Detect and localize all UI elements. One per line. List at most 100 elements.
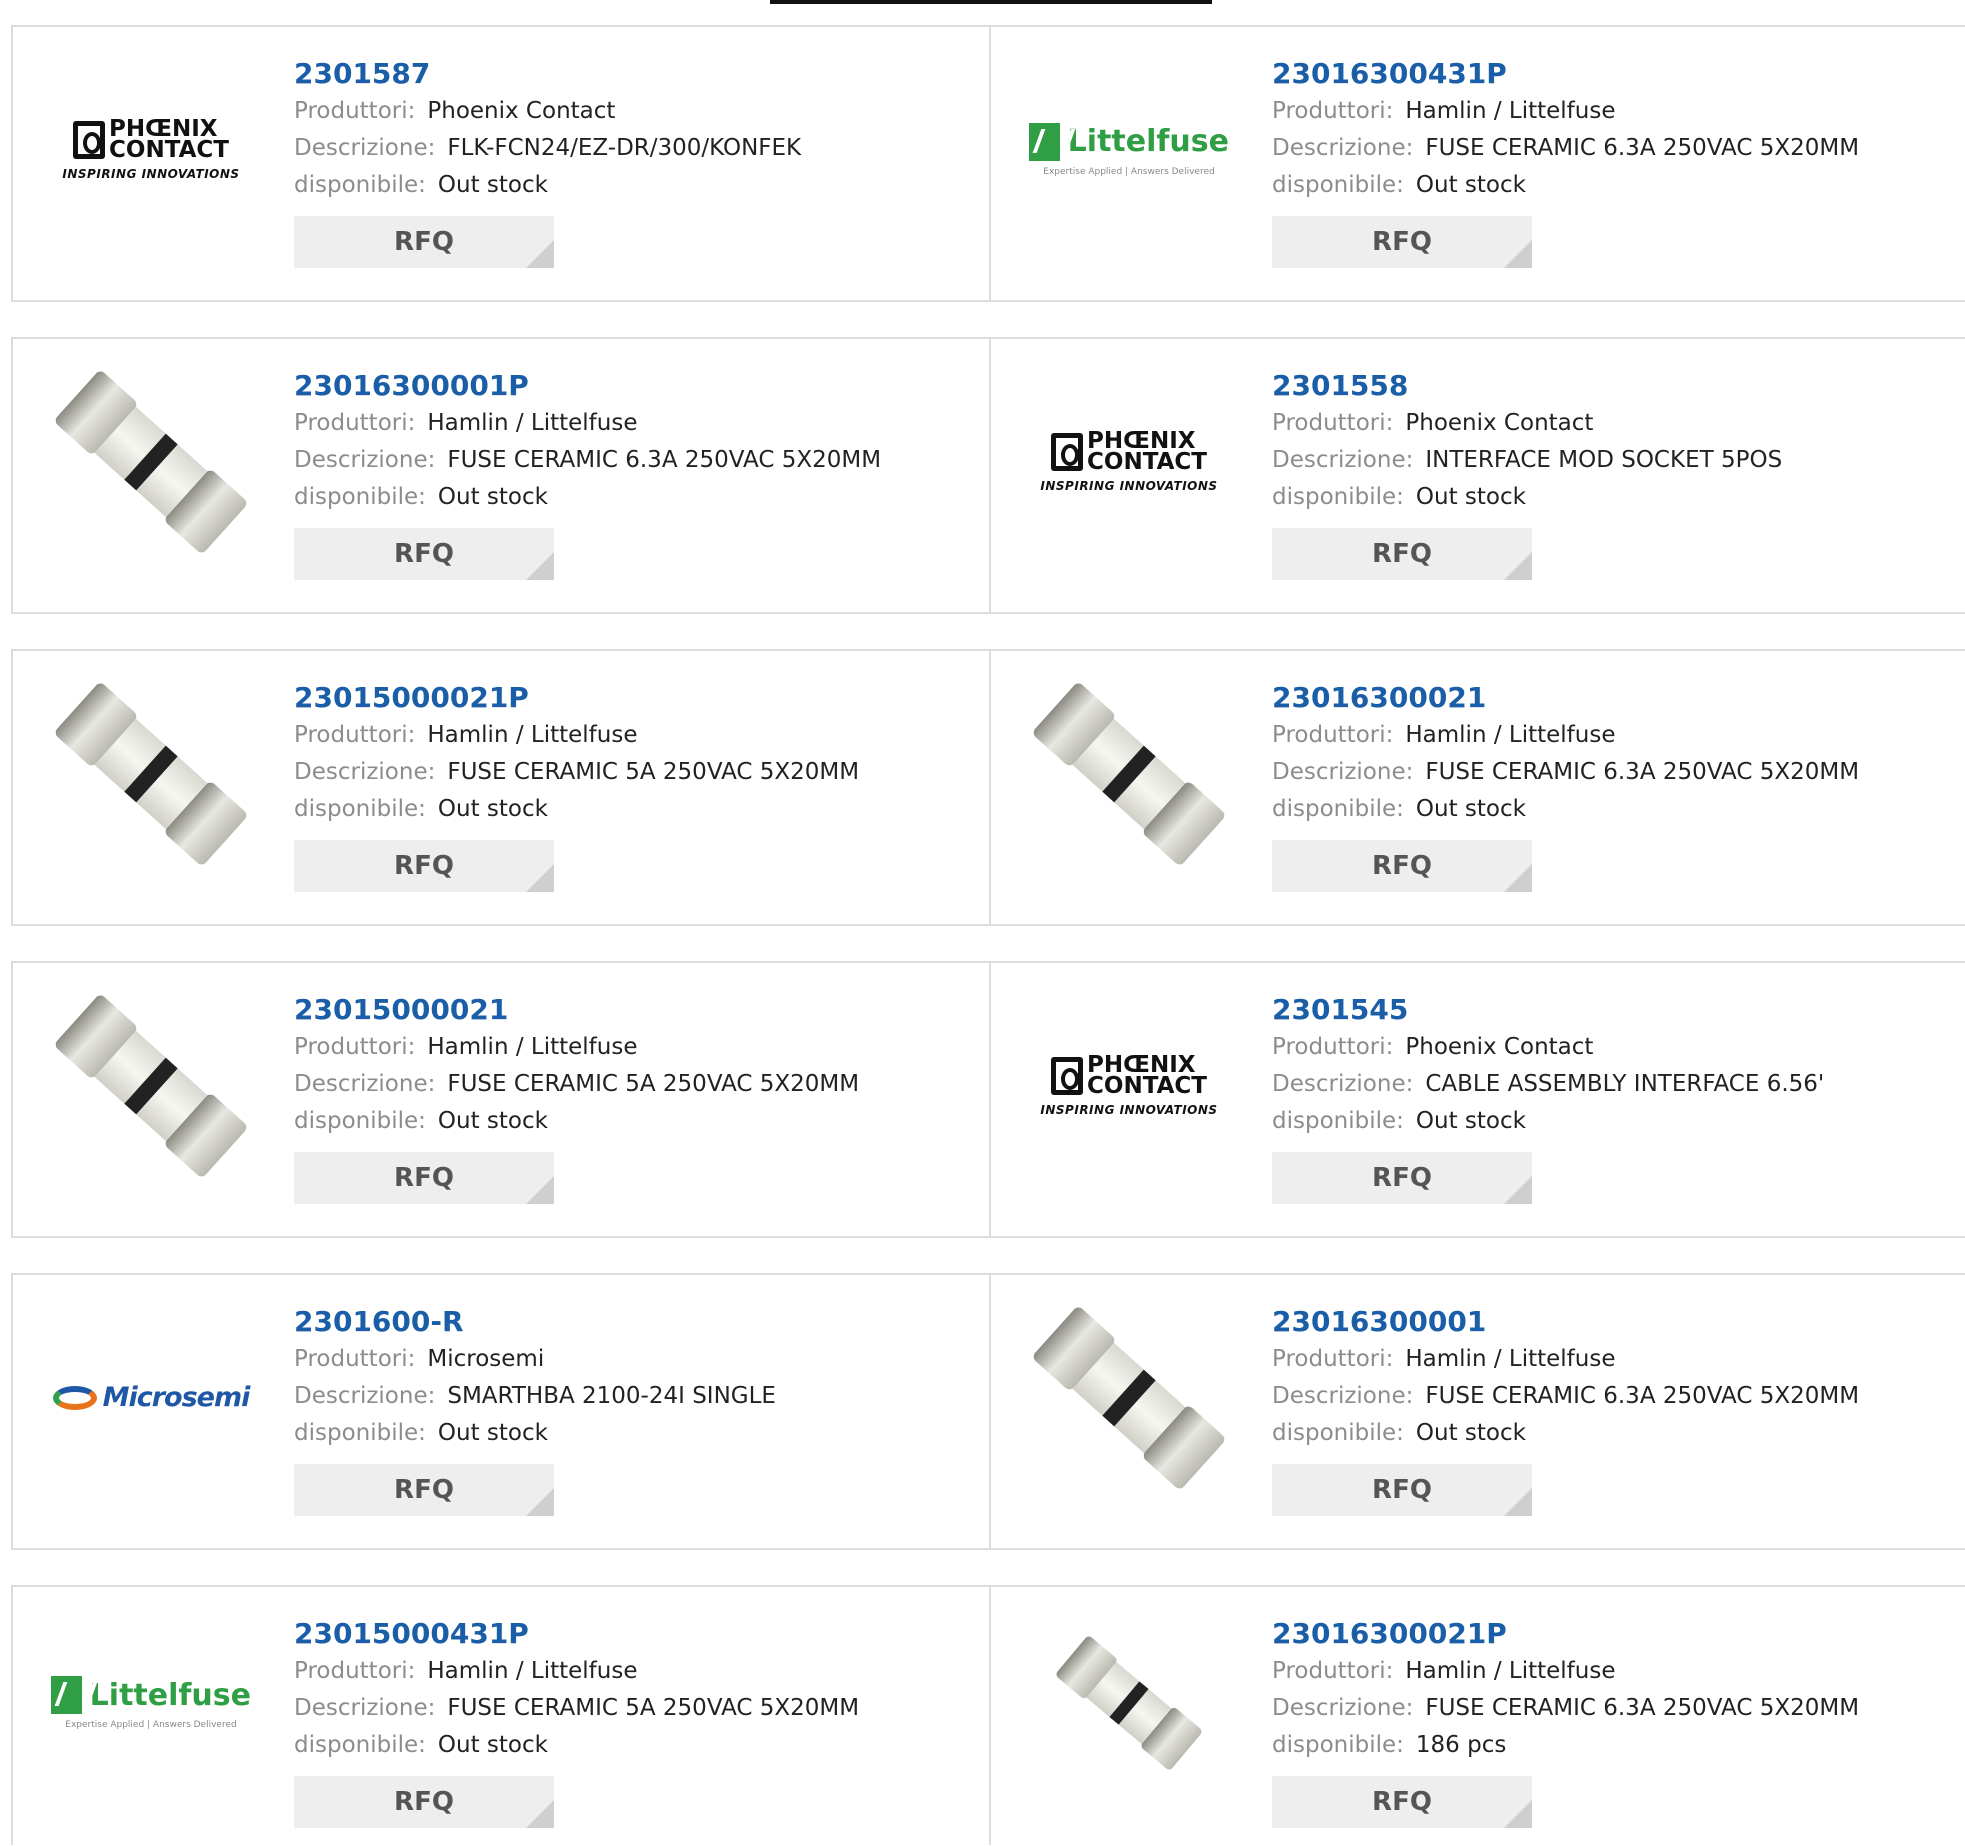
description-line: Descrizione: SMARTHBA 2100-24I SINGLE	[294, 1378, 776, 1415]
part-number-link[interactable]: 23015000431P	[294, 1615, 859, 1653]
rfq-button[interactable]: RFQ	[1272, 528, 1532, 580]
product-image[interactable]	[51, 986, 251, 1186]
rfq-label: RFQ	[394, 227, 454, 257]
product-image[interactable]: PHŒNIX CONTACT INSPIRING INNOVATIONS	[1029, 362, 1229, 562]
part-number-link[interactable]: 23016300021P	[1272, 1615, 1859, 1653]
rfq-button[interactable]: RFQ	[294, 1776, 554, 1828]
littelfuse-mark-icon	[1029, 122, 1060, 161]
rfq-button[interactable]: RFQ	[1272, 840, 1532, 892]
part-number-link[interactable]: 2301545	[1272, 991, 1824, 1029]
availability-value: Out stock	[437, 484, 548, 510]
product-image[interactable]: Littelfuse Expertise Applied | Answers D…	[51, 1603, 251, 1803]
rfq-button[interactable]: RFQ	[1272, 1776, 1532, 1828]
rfq-label: RFQ	[1372, 227, 1432, 257]
part-number-link[interactable]: 2301587	[294, 55, 801, 93]
product-image[interactable]	[1029, 1603, 1229, 1803]
product-info: 23016300021P Produttori: Hamlin / Littelf…	[1272, 1615, 1859, 1828]
availability-line: disponibile: Out stock	[294, 1727, 859, 1764]
part-number-link[interactable]: 23016300001P	[294, 367, 881, 405]
product-image[interactable]: Microsemi	[51, 1298, 251, 1498]
rfq-button[interactable]: RFQ	[294, 840, 554, 892]
manufacturer-value: Microsemi	[427, 1346, 545, 1372]
description-label: Descrizione:	[1272, 447, 1414, 473]
product-info: 23016300001P Produttori: Hamlin / Littelf…	[294, 367, 881, 580]
product-row: Littelfuse Expertise Applied | Answers D…	[11, 1585, 1965, 1845]
description-value: FUSE CERAMIC 6.3A 250VAC 5X20MM	[1425, 1383, 1860, 1409]
rfq-button[interactable]: RFQ	[1272, 1464, 1532, 1516]
manufacturer-value: Phoenix Contact	[1405, 1034, 1594, 1060]
availability-label: disponibile:	[294, 796, 426, 822]
rfq-button[interactable]: RFQ	[294, 1152, 554, 1204]
manufacturer-value: Hamlin / Littelfuse	[427, 410, 638, 436]
corner-triangle-icon	[526, 1488, 554, 1516]
product-row: 23015000021P Produttori: Hamlin / Littelf…	[11, 649, 1965, 926]
rfq-label: RFQ	[1372, 851, 1432, 881]
product-image[interactable]	[1029, 674, 1229, 874]
littelfuse-logo: Littelfuse Expertise Applied | Answers D…	[1029, 122, 1229, 177]
corner-triangle-icon	[526, 1176, 554, 1204]
product-info: 23016300431P Produttori: Hamlin / Littelf…	[1272, 55, 1859, 268]
product-card: PHŒNIX CONTACT INSPIRING INNOVATIONS 230…	[13, 27, 989, 300]
description-value: FUSE CERAMIC 6.3A 250VAC 5X20MM	[1425, 759, 1860, 785]
product-card: 23016300021P Produttori: Hamlin / Littelf…	[989, 1587, 1965, 1845]
availability-label: disponibile:	[1272, 172, 1404, 198]
availability-line: disponibile: Out stock	[1272, 1415, 1859, 1452]
product-info: 23015000021 Produttori: Hamlin / Littelfu…	[294, 991, 859, 1204]
description-label: Descrizione:	[294, 1695, 436, 1721]
description-line: Descrizione: FUSE CERAMIC 5A 250VAC 5X20M…	[294, 1066, 859, 1103]
product-image[interactable]	[51, 362, 251, 562]
description-label: Descrizione:	[294, 447, 436, 473]
microsemi-swirl-icon	[52, 1385, 97, 1410]
phoenix-contact-logo: PHŒNIX CONTACT INSPIRING INNOVATIONS	[1029, 429, 1229, 493]
part-number-link[interactable]: 23016300001	[1272, 1303, 1859, 1341]
part-number-link[interactable]: 23015000021	[294, 991, 859, 1029]
description-value: FUSE CERAMIC 5A 250VAC 5X20MM	[447, 1071, 860, 1097]
manufacturer-line: Produttori: Hamlin / Littelfuse	[294, 1653, 859, 1690]
rfq-button[interactable]: RFQ	[294, 1464, 554, 1516]
phoenix-contact-logo: PHŒNIX CONTACT INSPIRING INNOVATIONS	[51, 117, 251, 181]
part-number-link[interactable]: 2301558	[1272, 367, 1782, 405]
corner-triangle-icon	[1504, 1176, 1532, 1204]
product-image[interactable]: Littelfuse Expertise Applied | Answers D…	[1029, 50, 1229, 250]
part-number-link[interactable]: 2301600-R	[294, 1303, 776, 1341]
product-card: 23016300001P Produttori: Hamlin / Littelf…	[13, 339, 989, 612]
description-line: Descrizione: FUSE CERAMIC 6.3A 250VAC 5X2…	[294, 442, 881, 479]
description-line: Descrizione: FUSE CERAMIC 6.3A 250VAC 5X2…	[1272, 1690, 1859, 1727]
description-value: FUSE CERAMIC 6.3A 250VAC 5X20MM	[1425, 1695, 1860, 1721]
description-line: Descrizione: FUSE CERAMIC 6.3A 250VAC 5X2…	[1272, 1378, 1859, 1415]
availability-line: disponibile: Out stock	[294, 791, 859, 828]
product-card: 23015000021 Produttori: Hamlin / Littelfu…	[13, 963, 989, 1236]
description-line: Descrizione: FUSE CERAMIC 6.3A 250VAC 5X2…	[1272, 754, 1859, 791]
product-image[interactable]: PHŒNIX CONTACT INSPIRING INNOVATIONS	[1029, 986, 1229, 1186]
availability-value: Out stock	[437, 1420, 548, 1446]
product-info: 2301545 Produttori: Phoenix Contact Descr…	[1272, 991, 1824, 1204]
product-image[interactable]	[1029, 1298, 1229, 1498]
product-card: Littelfuse Expertise Applied | Answers D…	[989, 27, 1965, 300]
corner-triangle-icon	[1504, 1800, 1532, 1828]
part-number-link[interactable]: 23016300431P	[1272, 55, 1859, 93]
product-image[interactable]: PHŒNIX CONTACT INSPIRING INNOVATIONS	[51, 50, 251, 250]
product-card: 23015000021P Produttori: Hamlin / Littelf…	[13, 651, 989, 924]
corner-triangle-icon	[1504, 552, 1532, 580]
part-number-link[interactable]: 23015000021P	[294, 679, 859, 717]
rfq-label: RFQ	[1372, 1163, 1432, 1193]
description-label: Descrizione:	[294, 1071, 436, 1097]
product-info: 2301587 Produttori: Phoenix Contact Descr…	[294, 55, 801, 268]
manufacturer-label: Produttori:	[1272, 1346, 1394, 1372]
availability-line: disponibile: Out stock	[1272, 791, 1859, 828]
rfq-label: RFQ	[394, 1163, 454, 1193]
description-value: FUSE CERAMIC 6.3A 250VAC 5X20MM	[1425, 135, 1860, 161]
product-card: Microsemi 2301600-R Produttori: Microsemi…	[13, 1275, 989, 1548]
logo-word: CONTACT	[1087, 448, 1207, 475]
part-number-link[interactable]: 23016300021	[1272, 679, 1859, 717]
rfq-button[interactable]: RFQ	[1272, 1152, 1532, 1204]
description-line: Descrizione: FUSE CERAMIC 5A 250VAC 5X20M…	[294, 1690, 859, 1727]
availability-value: Out stock	[1415, 1108, 1526, 1134]
rfq-button[interactable]: RFQ	[294, 528, 554, 580]
manufacturer-label: Produttori:	[1272, 1034, 1394, 1060]
rfq-button[interactable]: RFQ	[294, 216, 554, 268]
product-image[interactable]	[51, 674, 251, 874]
product-row: Microsemi 2301600-R Produttori: Microsemi…	[11, 1273, 1965, 1550]
rfq-button[interactable]: RFQ	[1272, 216, 1532, 268]
logo-word: CONTACT	[109, 136, 229, 163]
